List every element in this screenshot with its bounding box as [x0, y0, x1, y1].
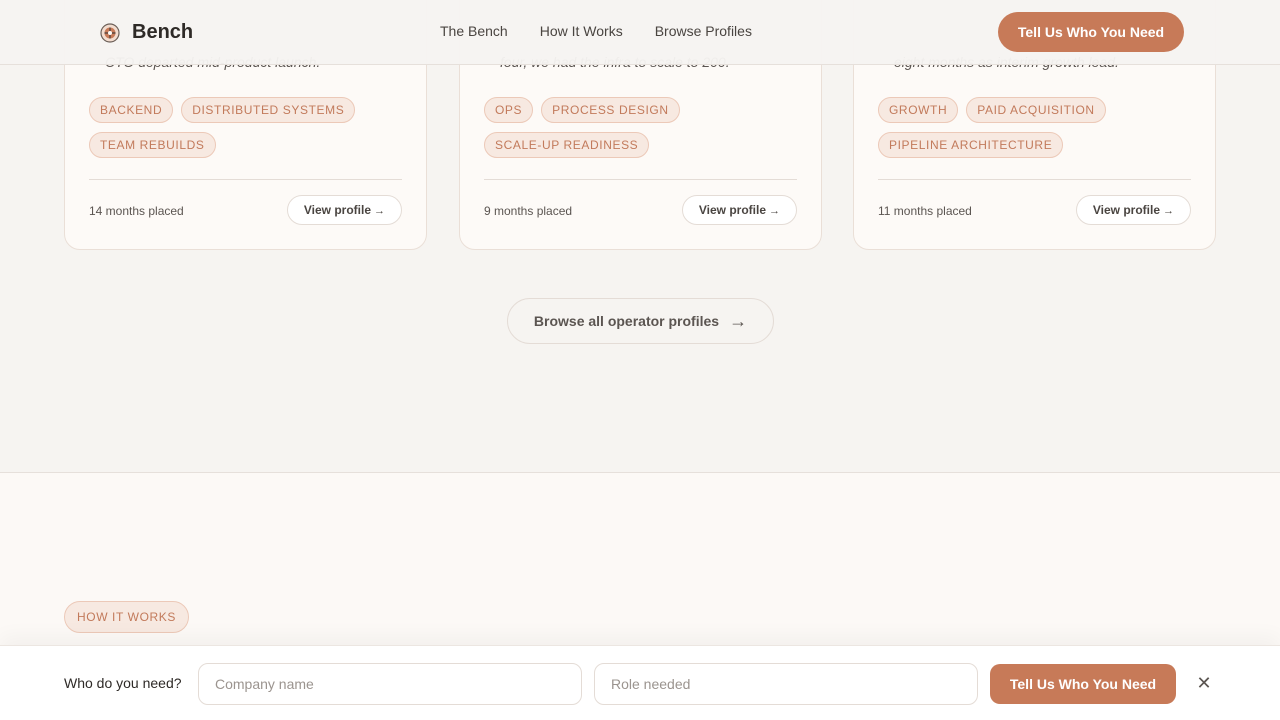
- view-profile-button[interactable]: View profile →: [1075, 195, 1191, 225]
- main-nav: The Bench How It Works Browse Profiles: [440, 23, 752, 39]
- nav-link-how-it-works[interactable]: How It Works: [540, 23, 623, 39]
- page: CTO departed mid-product launch. BACKEND…: [0, 0, 1280, 720]
- logo[interactable]: Bench: [100, 21, 193, 44]
- placement-duration: 9 months placed: [484, 204, 573, 218]
- logo-icon: [100, 22, 120, 43]
- view-profile-label: View profile: [698, 203, 766, 217]
- request-bar: Who do you need? Tell Us Who You Need ✕: [0, 645, 1280, 720]
- close-icon[interactable]: ✕: [1192, 672, 1216, 696]
- tag: PAID ACQUISITION: [966, 97, 1106, 123]
- tell-us-who-you-need-button[interactable]: Tell Us Who You Need: [998, 12, 1184, 52]
- card-divider: [484, 179, 797, 180]
- tag: PIPELINE ARCHITECTURE: [878, 132, 1064, 158]
- section-badge: HOW IT WORKS: [64, 601, 189, 633]
- logo-text: Bench: [132, 21, 194, 43]
- view-profile-label: View profile: [303, 203, 371, 217]
- browse-all-profiles-button[interactable]: Browse all operator profiles →: [507, 298, 774, 344]
- tag: SCALE-UP READINESS: [484, 132, 650, 158]
- tag: OPS: [484, 97, 534, 123]
- tag-list: BACKEND DISTRIBUTED SYSTEMS TEAM REBUILD…: [89, 97, 409, 158]
- tag: PROCESS DESIGN: [541, 97, 680, 123]
- tag: GROWTH: [878, 97, 959, 123]
- arrow-right-icon: →: [1163, 205, 1174, 217]
- nav-link-the-bench[interactable]: The Bench: [440, 23, 508, 39]
- placement-duration: 14 months placed: [89, 204, 184, 218]
- nav-link-browse-profiles[interactable]: Browse Profiles: [655, 23, 752, 39]
- tag: DISTRIBUTED SYSTEMS: [181, 97, 356, 123]
- placement-duration: 11 months placed: [878, 204, 972, 218]
- arrow-right-icon: →: [769, 205, 780, 217]
- request-bar-label: Who do you need?: [64, 675, 182, 691]
- view-profile-label: View profile: [1092, 203, 1160, 217]
- company-name-input[interactable]: [198, 663, 582, 705]
- request-submit-button[interactable]: Tell Us Who You Need: [990, 664, 1176, 704]
- card-divider: [878, 179, 1191, 180]
- view-profile-button[interactable]: View profile →: [681, 195, 797, 225]
- tag: TEAM REBUILDS: [89, 132, 216, 158]
- role-needed-input[interactable]: [594, 663, 978, 705]
- tag-list: GROWTH PAID ACQUISITION PIPELINE ARCHITE…: [878, 97, 1198, 158]
- view-profile-button[interactable]: View profile →: [286, 195, 402, 225]
- browse-all-label: Browse all operator profiles: [533, 313, 720, 329]
- card-divider: [89, 179, 402, 180]
- arrow-right-icon: →: [374, 205, 385, 217]
- site-header: Bench The Bench How It Works Browse Prof…: [0, 0, 1280, 65]
- tag: BACKEND: [89, 97, 174, 123]
- tag-list: OPS PROCESS DESIGN SCALE-UP READINESS: [484, 97, 804, 158]
- arrow-right-icon: →: [729, 311, 748, 331]
